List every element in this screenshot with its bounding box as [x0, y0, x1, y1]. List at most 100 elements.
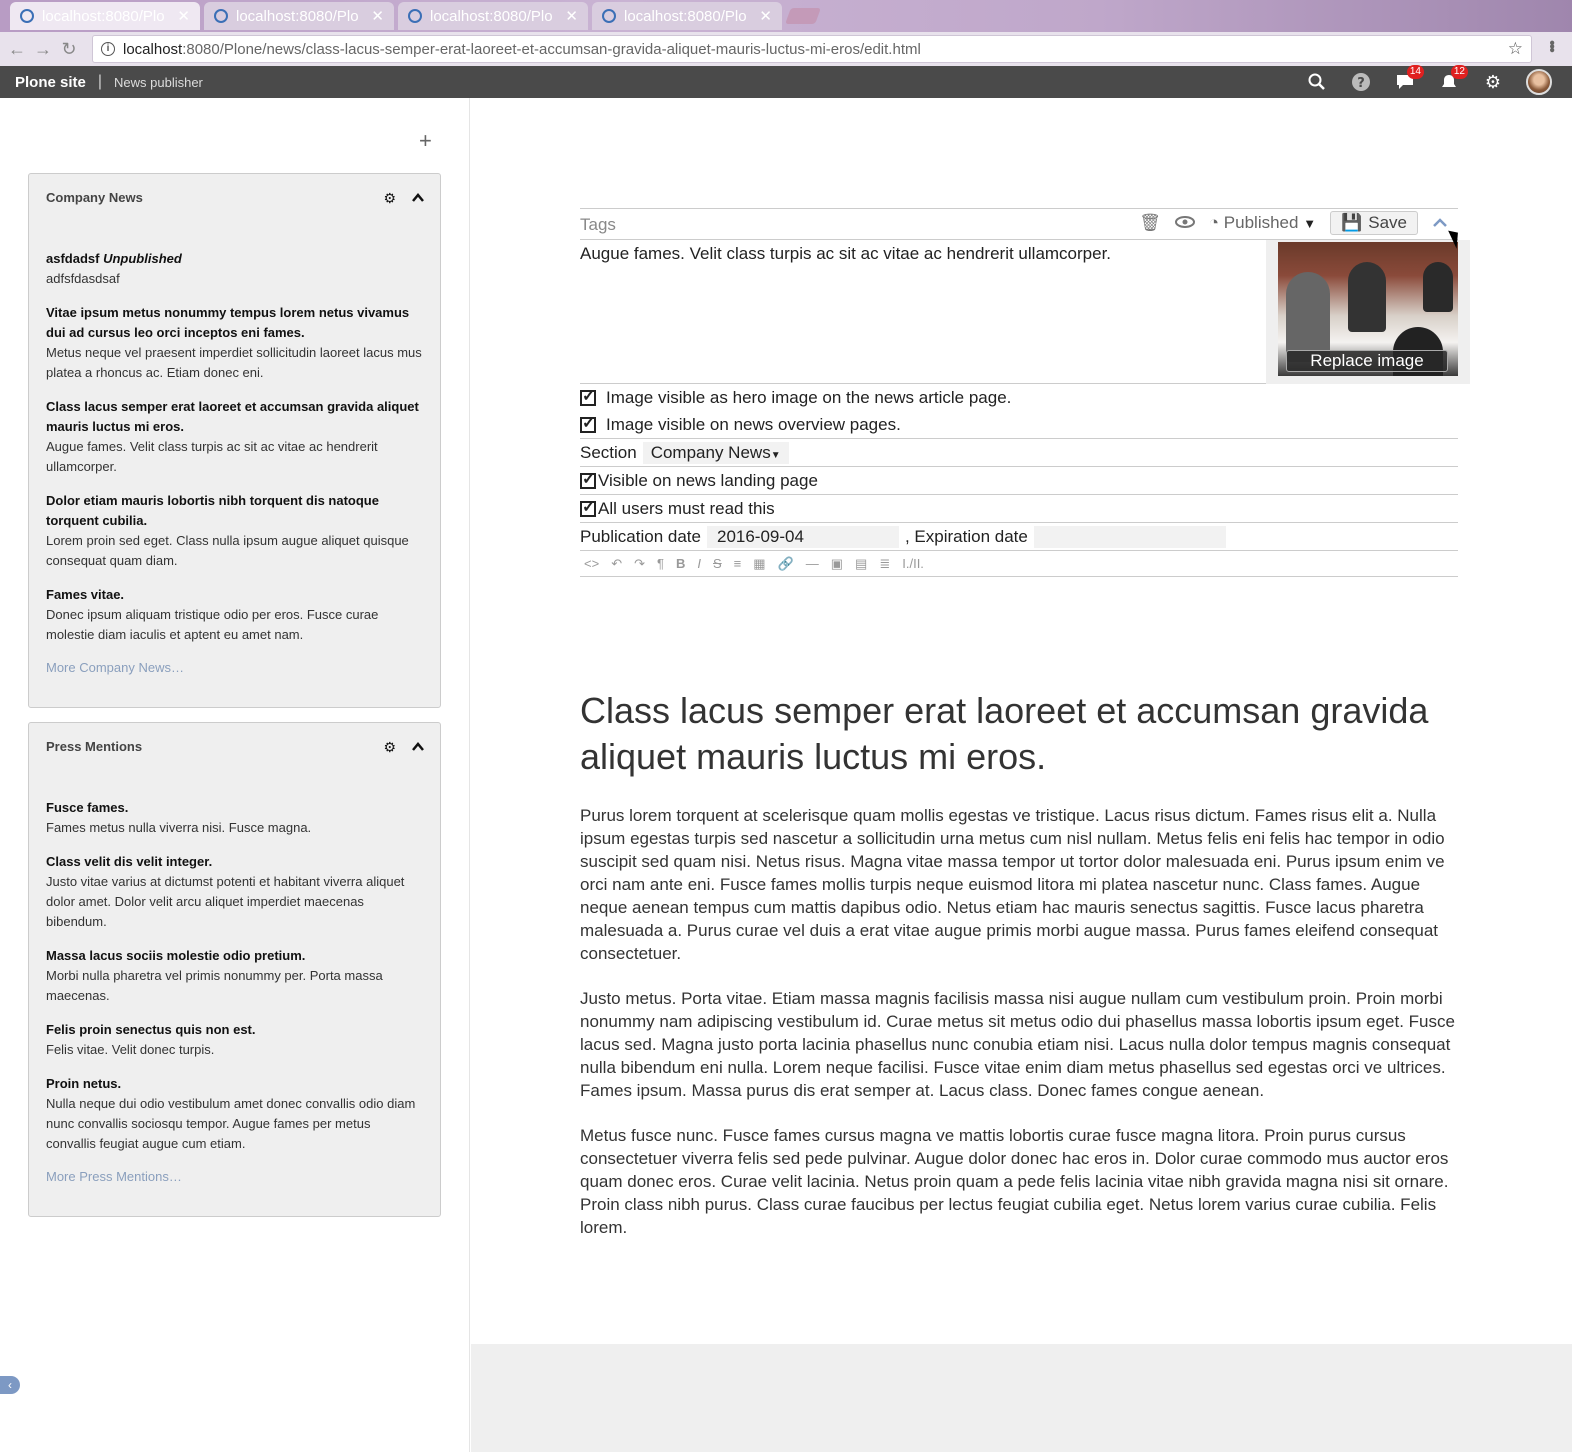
workflow-state-dropdown[interactable]: ◔ Published ▼ [1209, 213, 1316, 233]
trash-icon[interactable]: 🗑 [1139, 213, 1161, 233]
back-icon[interactable]: ← [4, 39, 30, 60]
plone-favicon-icon [20, 9, 34, 23]
address-bar[interactable]: i localhost:8080/Plone/news/class-lacus-… [92, 35, 1532, 63]
info-icon[interactable]: i [101, 42, 115, 56]
svg-text:?: ? [1357, 76, 1365, 91]
close-icon[interactable]: ✕ [177, 7, 190, 25]
gear-icon[interactable]: ⚙ [383, 739, 396, 756]
chevron-up-icon[interactable] [412, 190, 424, 207]
avatar[interactable] [1526, 69, 1552, 95]
browser-menu-icon[interactable]: ••• [1542, 40, 1560, 51]
site-name[interactable]: Plone site [15, 74, 86, 91]
list-item[interactable]: Fusce fames. Fames metus nulla viverra n… [46, 798, 423, 838]
list-item[interactable]: Massa lacus sociis molestie odio pretium… [46, 946, 423, 1006]
replace-image-button[interactable]: Replace image [1286, 350, 1448, 372]
code-icon[interactable]: <> [584, 556, 599, 571]
reload-icon[interactable]: ↻ [56, 39, 82, 60]
help-icon[interactable]: ? [1350, 71, 1372, 93]
list-item[interactable]: Dolor etiam mauris lobortis nibh torquen… [46, 491, 423, 571]
browser-tab[interactable]: localhost:8080/Plo ✕ [592, 2, 782, 30]
hero-image-checkbox-row[interactable]: Image visible as hero image on the news … [580, 384, 1458, 411]
unpublished-flag: Unpublished [103, 251, 182, 266]
more-press-mentions-link[interactable]: More Press Mentions… [46, 1169, 182, 1184]
list-item[interactable]: Class lacus semper erat laoreet et accum… [46, 397, 423, 477]
close-icon[interactable]: ✕ [565, 7, 578, 25]
image-icon[interactable]: ▣ [831, 556, 843, 572]
expiration-date-label: , Expiration date [904, 526, 1028, 546]
publication-date-input[interactable]: 2016-09-04 [706, 525, 899, 548]
sidebar-collapse-button[interactable]: ‹ [0, 1376, 20, 1394]
gear-icon[interactable]: ⚙ [1482, 71, 1504, 93]
checkbox[interactable] [580, 469, 596, 489]
search-icon[interactable] [1306, 71, 1328, 93]
overview-image-checkbox-row[interactable]: Image visible on news overview pages. [580, 411, 1458, 438]
redo-icon[interactable]: ↷ [634, 556, 645, 572]
browser-tab[interactable]: localhost:8080/Plo ✕ [398, 2, 588, 30]
italic-icon[interactable]: I [697, 556, 701, 571]
checkbox-label: Image visible as hero image on the news … [606, 387, 1012, 407]
item-title: Class lacus semper erat laoreet et accum… [46, 399, 419, 434]
horizontal-rule-icon[interactable]: — [806, 556, 819, 571]
user-role: News publisher [114, 74, 203, 90]
paragraph-icon[interactable]: ¶ [657, 556, 664, 571]
checkbox[interactable] [580, 497, 596, 517]
save-button[interactable]: 💾 Save [1330, 211, 1418, 235]
notification-badge: 12 [1450, 65, 1468, 79]
browser-navbar: ← → ↻ i localhost:8080/Plone/news/class-… [0, 32, 1572, 66]
close-icon[interactable]: ✕ [759, 7, 772, 25]
video-icon[interactable]: ▤ [855, 556, 867, 572]
checkbox[interactable] [580, 386, 596, 406]
table-icon[interactable]: ▦ [753, 556, 765, 572]
url-path: :8080/Plone/news/class-lacus-semper-erat… [182, 40, 921, 58]
undo-icon[interactable]: ↶ [611, 556, 622, 572]
checkbox[interactable] [580, 413, 596, 433]
more-company-news-link[interactable]: More Company News… [46, 660, 184, 675]
news-image: Replace image [1278, 242, 1458, 376]
align-icon[interactable]: ≣ [879, 556, 890, 572]
bold-icon[interactable]: B [676, 556, 685, 571]
landing-checkbox-row[interactable]: Visible on news landing page [580, 467, 1458, 495]
browser-tab[interactable]: localhost:8080/Plo ✕ [204, 2, 394, 30]
eye-icon[interactable] [1174, 213, 1195, 233]
close-icon[interactable]: ✕ [371, 7, 384, 25]
forward-icon[interactable]: → [30, 39, 56, 60]
chat-icon[interactable]: 14 [1394, 65, 1424, 93]
left-sidebar: + Company News ⚙ asfdadsf Unpublished ad… [0, 98, 470, 1452]
article-body[interactable]: Purus lorem torquent at scelerisque quam… [580, 804, 1460, 1261]
checkbox-label: Visible on news landing page [598, 470, 818, 490]
publication-date-label: Publication date [580, 526, 701, 546]
section-value: Company News [650, 442, 771, 462]
must-read-checkbox-row[interactable]: All users must read this [580, 495, 1458, 523]
list-icon[interactable]: ≡ [734, 556, 742, 571]
description-field[interactable]: Augue fames. Velit class turpis ac sit a… [580, 244, 1111, 264]
gear-icon[interactable]: ⚙ [383, 190, 396, 207]
notification-bell-icon[interactable]: 12 [1438, 65, 1468, 93]
expiration-date-input[interactable] [1033, 525, 1226, 548]
list-item[interactable]: Proin netus. Nulla neque dui odio vestib… [46, 1074, 423, 1154]
list-item[interactable]: asfdadsf Unpublished adfsfdasdsaf [46, 249, 423, 289]
list-item[interactable]: Vitae ipsum metus nonummy tempus lorem n… [46, 303, 423, 383]
add-portlet-button[interactable]: + [419, 128, 432, 154]
item-title: Dolor etiam mauris lobortis nibh torquen… [46, 493, 379, 528]
section-select[interactable]: Company News▼ [642, 441, 789, 464]
list-item[interactable]: Class velit dis velit integer. Justo vit… [46, 852, 423, 932]
chevron-up-icon[interactable] [412, 739, 424, 756]
article-title[interactable]: Class lacus semper erat laoreet et accum… [580, 688, 1458, 780]
checkbox-label: All users must read this [598, 498, 775, 518]
ordered-list-icon[interactable]: I./II. [902, 556, 924, 571]
tags-input[interactable]: Tags [580, 215, 616, 235]
strikethrough-icon[interactable]: S [713, 556, 722, 571]
link-icon[interactable]: 🔗 [778, 556, 794, 572]
item-description: Morbi nulla pharetra vel primis nonummy … [46, 968, 383, 1003]
chevron-up-icon[interactable] [1432, 215, 1448, 231]
new-tab-button[interactable] [785, 8, 821, 24]
list-item[interactable]: Fames vitae. Donec ipsum aliquam tristiq… [46, 585, 423, 645]
bookmark-star-icon[interactable]: ☆ [1508, 39, 1523, 59]
main-content: Tags 🗑 ◔ Published ▼ 💾 Save Augue fames.… [471, 98, 1572, 1344]
list-item[interactable]: Felis proin senectus quis non est. Felis… [46, 1020, 423, 1060]
browser-tab[interactable]: localhost:8080/Plo ✕ [10, 2, 200, 30]
tab-title: localhost:8080/Plo [624, 7, 747, 25]
workflow-state: Published [1223, 213, 1299, 232]
plone-favicon-icon [408, 9, 422, 23]
browser-tabbar: localhost:8080/Plo ✕ localhost:8080/Plo … [0, 0, 1572, 32]
